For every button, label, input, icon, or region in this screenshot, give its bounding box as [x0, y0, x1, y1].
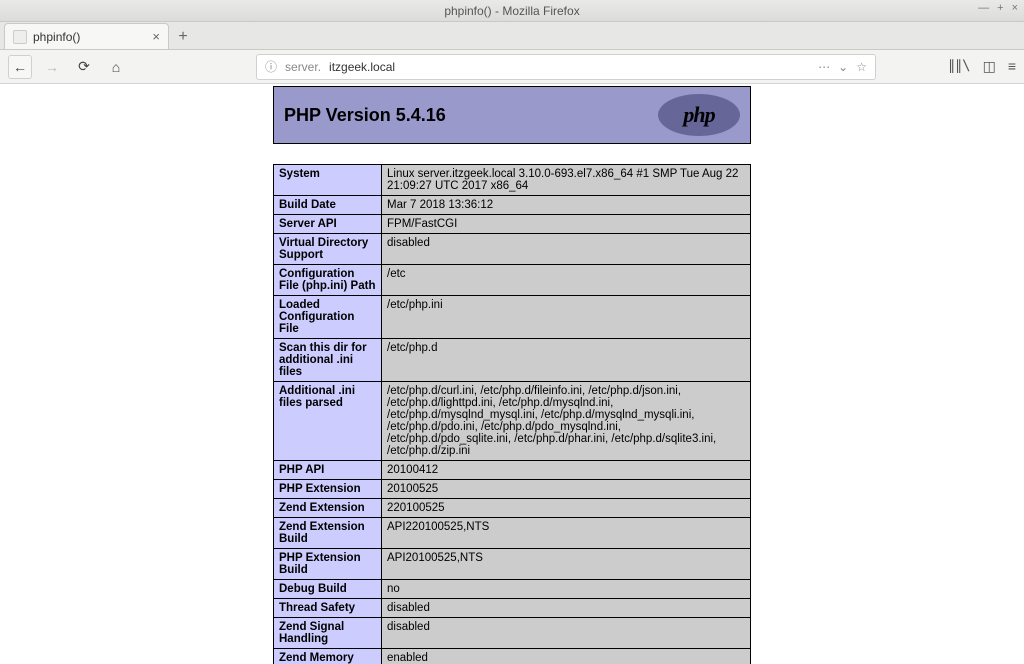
url-host: server. — [285, 60, 321, 74]
phpinfo-row: Configuration File (php.ini) Path/etc — [274, 265, 751, 296]
phpinfo-value: /etc/php.d — [382, 339, 751, 382]
phpinfo-key: Scan this dir for additional .ini files — [274, 339, 382, 382]
phpinfo-row: Zend Signal Handlingdisabled — [274, 618, 751, 649]
phpinfo-row: SystemLinux server.itzgeek.local 3.10.0-… — [274, 165, 751, 196]
php-logo: php — [658, 94, 740, 136]
url-rest: itzgeek.local — [329, 60, 395, 74]
phpinfo-value: API220100525,NTS — [382, 518, 751, 549]
window-minimize-button[interactable]: — — [978, 2, 989, 14]
phpinfo-key: Zend Extension Build — [274, 518, 382, 549]
phpinfo-value: API20100525,NTS — [382, 549, 751, 580]
pocket-icon[interactable]: ⌄ — [838, 60, 848, 74]
forward-button[interactable]: → — [40, 55, 64, 79]
phpinfo-value: 20100412 — [382, 461, 751, 480]
phpinfo-row: Debug Buildno — [274, 580, 751, 599]
bookmark-star-icon[interactable]: ☆ — [856, 60, 867, 74]
app-menu-icon[interactable]: ≡ — [1008, 58, 1016, 75]
phpinfo-value: /etc — [382, 265, 751, 296]
phpinfo-row: Loaded Configuration File/etc/php.ini — [274, 296, 751, 339]
phpinfo-key: Virtual Directory Support — [274, 234, 382, 265]
phpinfo-row: Server APIFPM/FastCGI — [274, 215, 751, 234]
phpinfo-value: 20100525 — [382, 480, 751, 499]
tab-close-button[interactable]: × — [152, 29, 160, 44]
phpinfo-value: /etc/php.ini — [382, 296, 751, 339]
tab-title: phpinfo() — [33, 30, 80, 44]
php-logo-text: php — [683, 102, 714, 128]
phpinfo-key: Server API — [274, 215, 382, 234]
phpinfo-key: Zend Extension — [274, 499, 382, 518]
url-bar[interactable]: ⓘ server. itzgeek.local ⋯ ⌄ ☆ — [256, 54, 876, 80]
phpinfo-row: Zend Memory Managerenabled — [274, 649, 751, 664]
site-info-icon[interactable]: ⓘ — [265, 58, 277, 75]
page-viewport[interactable]: PHP Version 5.4.16 php SystemLinux serve… — [0, 84, 1024, 664]
new-tab-button[interactable]: + — [169, 25, 197, 49]
window-title: phpinfo() - Mozilla Firefox — [444, 4, 579, 18]
phpinfo-page: PHP Version 5.4.16 php SystemLinux serve… — [273, 86, 751, 664]
back-button[interactable]: ← — [8, 55, 32, 79]
home-button[interactable]: ⌂ — [104, 55, 128, 79]
window-titlebar: phpinfo() - Mozilla Firefox — + × — [0, 0, 1024, 22]
phpinfo-header: PHP Version 5.4.16 php — [273, 86, 751, 144]
phpinfo-row: Virtual Directory Supportdisabled — [274, 234, 751, 265]
phpinfo-row: Build DateMar 7 2018 13:36:12 — [274, 196, 751, 215]
phpinfo-row: Zend Extension BuildAPI220100525,NTS — [274, 518, 751, 549]
phpinfo-value: /etc/php.d/curl.ini, /etc/php.d/fileinfo… — [382, 382, 751, 461]
phpinfo-value: Mar 7 2018 13:36:12 — [382, 196, 751, 215]
phpinfo-key: PHP Extension Build — [274, 549, 382, 580]
phpinfo-value: disabled — [382, 618, 751, 649]
sidebar-icon[interactable]: ◫ — [983, 58, 996, 75]
phpinfo-key: PHP Extension — [274, 480, 382, 499]
phpinfo-row: PHP Extension BuildAPI20100525,NTS — [274, 549, 751, 580]
phpinfo-key: Additional .ini files parsed — [274, 382, 382, 461]
phpinfo-value: 220100525 — [382, 499, 751, 518]
phpinfo-key: Build Date — [274, 196, 382, 215]
phpinfo-key: Configuration File (php.ini) Path — [274, 265, 382, 296]
reload-button[interactable]: ⟳ — [72, 55, 96, 79]
window-close-button[interactable]: × — [1012, 2, 1018, 14]
tab-favicon — [13, 30, 27, 44]
phpinfo-value: disabled — [382, 599, 751, 618]
window-maximize-button[interactable]: + — [997, 2, 1003, 14]
page-actions-icon[interactable]: ⋯ — [818, 60, 830, 74]
phpinfo-key: PHP API — [274, 461, 382, 480]
phpinfo-row: Scan this dir for additional .ini files/… — [274, 339, 751, 382]
library-icon[interactable]: ∥∥\ — [948, 58, 970, 75]
phpinfo-key: System — [274, 165, 382, 196]
phpinfo-table: SystemLinux server.itzgeek.local 3.10.0-… — [273, 164, 751, 664]
phpinfo-value: FPM/FastCGI — [382, 215, 751, 234]
browser-tab[interactable]: phpinfo() × — [4, 23, 169, 49]
phpinfo-key: Debug Build — [274, 580, 382, 599]
phpinfo-row: Additional .ini files parsed/etc/php.d/c… — [274, 382, 751, 461]
phpinfo-row: Zend Extension220100525 — [274, 499, 751, 518]
phpinfo-row: PHP API20100412 — [274, 461, 751, 480]
php-version-heading: PHP Version 5.4.16 — [284, 105, 446, 126]
phpinfo-row: PHP Extension20100525 — [274, 480, 751, 499]
phpinfo-row: Thread Safetydisabled — [274, 599, 751, 618]
phpinfo-value: no — [382, 580, 751, 599]
phpinfo-key: Zend Memory Manager — [274, 649, 382, 664]
phpinfo-key: Thread Safety — [274, 599, 382, 618]
phpinfo-key: Zend Signal Handling — [274, 618, 382, 649]
nav-toolbar: ← → ⟳ ⌂ ⓘ server. itzgeek.local ⋯ ⌄ ☆ ∥∥\… — [0, 50, 1024, 84]
phpinfo-key: Loaded Configuration File — [274, 296, 382, 339]
phpinfo-value: disabled — [382, 234, 751, 265]
phpinfo-value: enabled — [382, 649, 751, 664]
tab-strip: phpinfo() × + — [0, 22, 1024, 50]
phpinfo-value: Linux server.itzgeek.local 3.10.0-693.el… — [382, 165, 751, 196]
